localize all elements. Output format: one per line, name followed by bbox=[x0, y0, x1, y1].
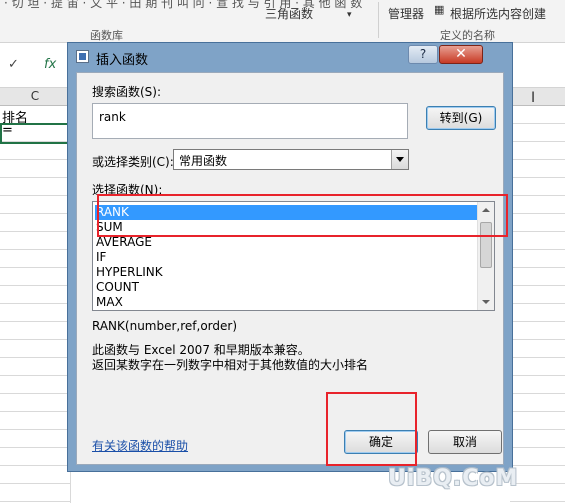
ribbon: · 切 坦 · 提 宙 · 又 平 · 田 期 刊 叫 问 · 宣 找 与 引 … bbox=[0, 0, 565, 43]
sheet-grid-right[interactable] bbox=[510, 106, 565, 503]
function-signature: RANK(number,ref,order) bbox=[92, 319, 238, 333]
ribbon-math-trig[interactable]: 三角函数 bbox=[265, 5, 313, 22]
group-function-library: 函数库 bbox=[90, 29, 123, 42]
annotation-box-function-list bbox=[97, 194, 508, 237]
function-description-2: 返回某数字在一列数字中相对于其他数值的大小排名 bbox=[92, 358, 369, 372]
close-button[interactable]: ✕ bbox=[439, 45, 483, 64]
chevron-down-icon: ▾ bbox=[347, 10, 352, 20]
ribbon-separator bbox=[378, 2, 379, 38]
search-input[interactable] bbox=[92, 103, 408, 139]
list-item[interactable]: HYPERLINK bbox=[95, 265, 478, 280]
annotation-box-ok-button bbox=[326, 392, 417, 466]
category-label: 或选择类别(C): bbox=[92, 155, 174, 169]
scroll-down-icon[interactable] bbox=[478, 294, 494, 310]
grid-icon: ▦ bbox=[434, 3, 445, 16]
dialog-title-bar[interactable]: 插入函数 ? ✕ bbox=[68, 43, 512, 71]
sheet-grid-left[interactable] bbox=[0, 106, 71, 503]
fx-icon[interactable]: fx bbox=[44, 57, 56, 72]
column-header-c[interactable]: C bbox=[0, 88, 71, 106]
help-button[interactable]: ? bbox=[408, 45, 438, 64]
category-select[interactable]: 常用函数 bbox=[173, 149, 409, 170]
function-help-link[interactable]: 有关该函数的帮助 bbox=[92, 437, 188, 454]
list-item[interactable]: COUNT bbox=[95, 280, 478, 295]
dialog-title: 插入函数 bbox=[96, 53, 149, 68]
insert-function-dialog: 插入函数 ? ✕ 搜索函数(S): 转到(G) 或选择类别(C): 常用函数 选… bbox=[67, 42, 513, 472]
watermark: UiBQ.CoM bbox=[388, 466, 519, 491]
check-icon[interactable]: ✓ bbox=[8, 57, 19, 72]
create-from-selection-button[interactable]: 根据所选内容创建 bbox=[450, 5, 546, 22]
chevron-down-icon[interactable] bbox=[391, 150, 408, 169]
list-item[interactable]: MAX bbox=[95, 295, 478, 310]
goto-button[interactable]: 转到(G) bbox=[426, 106, 496, 130]
cell-formula: = bbox=[2, 123, 13, 138]
list-item[interactable]: AVERAGE bbox=[95, 235, 478, 250]
cancel-button[interactable]: 取消 bbox=[428, 430, 502, 454]
column-header-right[interactable] bbox=[510, 88, 565, 106]
text-cursor-icon: I bbox=[531, 90, 536, 106]
search-label: 搜索函数(S): bbox=[92, 85, 162, 99]
group-defined-names: 定义的名称 bbox=[440, 29, 495, 42]
window-icon bbox=[76, 50, 89, 63]
list-item[interactable]: IF bbox=[95, 250, 478, 265]
category-value: 常用函数 bbox=[179, 154, 228, 168]
dialog-body: 搜索函数(S): 转到(G) 或选择类别(C): 常用函数 选择函数(N): R… bbox=[76, 72, 504, 465]
name-manager-button[interactable]: 管理器 bbox=[388, 5, 424, 22]
